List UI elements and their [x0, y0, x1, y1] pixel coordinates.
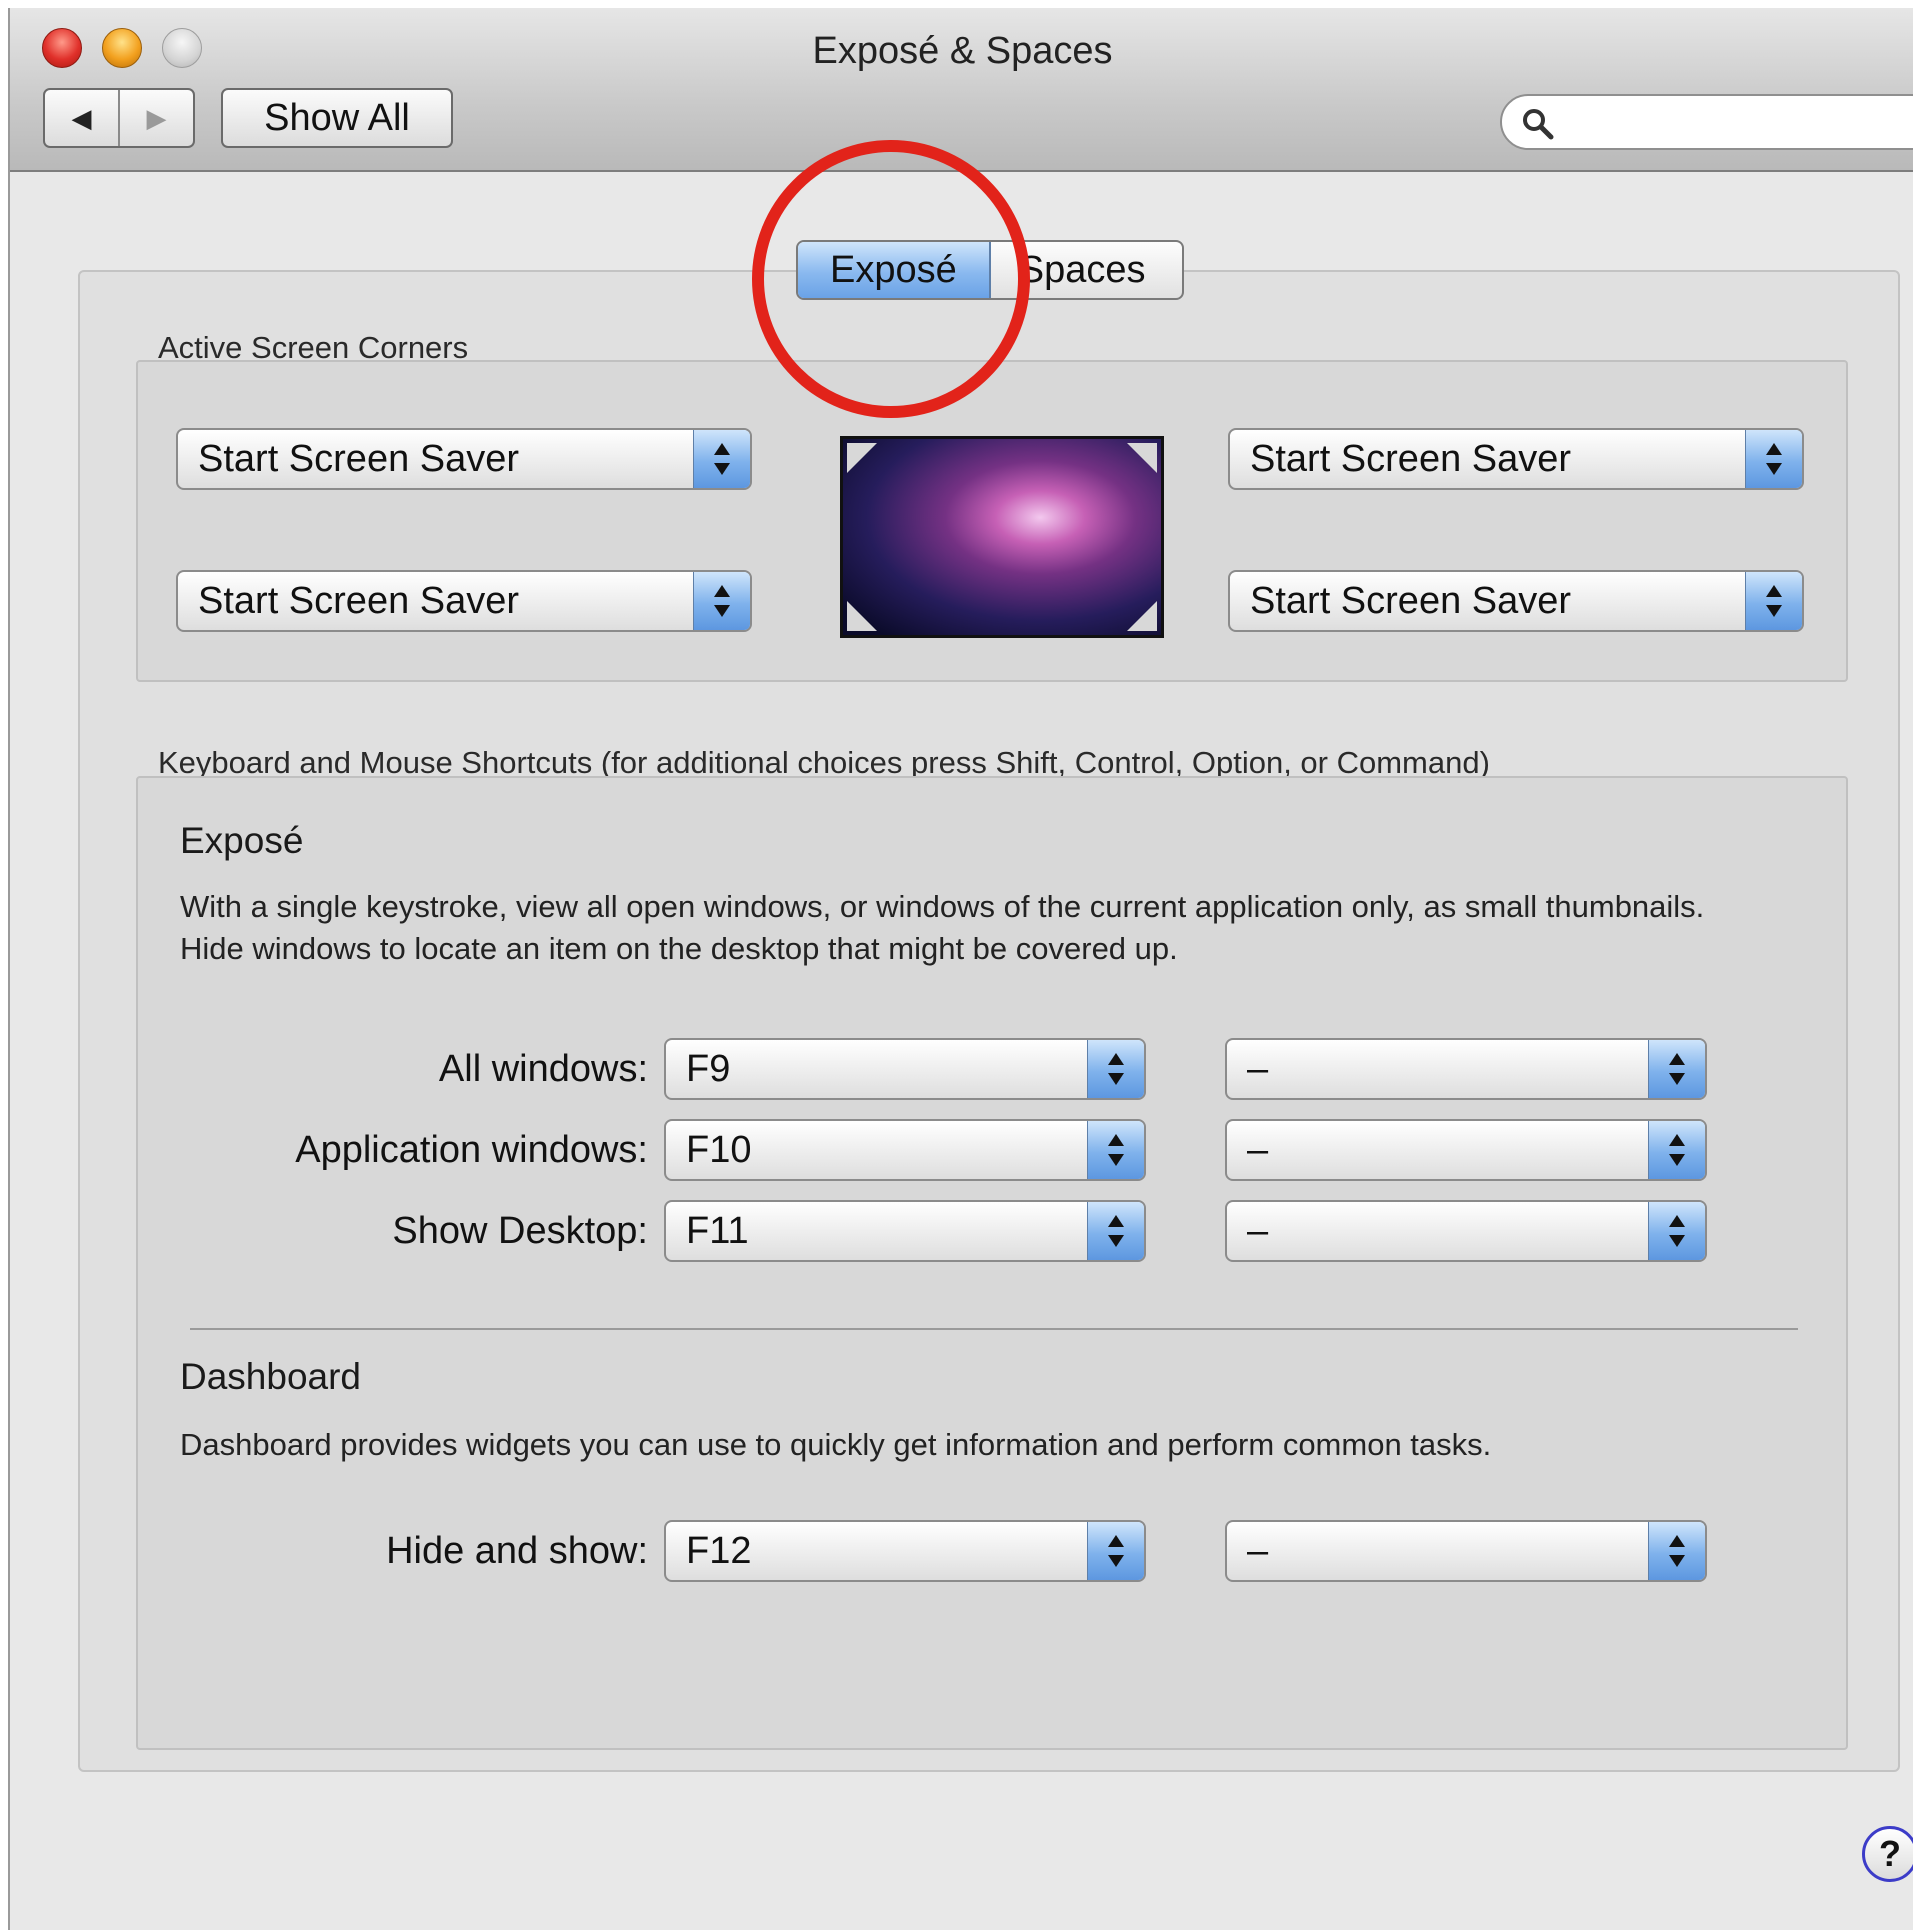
all-windows-key-value: F9 [686, 1048, 731, 1090]
popup-arrows-icon [1087, 1522, 1144, 1580]
all-windows-key-popup[interactable]: F9 [664, 1038, 1146, 1100]
back-button[interactable]: ◀ [45, 90, 118, 146]
popup-arrows-icon [1087, 1202, 1144, 1260]
expose-description: With a single keystroke, view all open w… [180, 889, 1705, 966]
show-all-button[interactable]: Show All [221, 88, 453, 148]
top-left-corner-value: Start Screen Saver [198, 438, 520, 480]
back-arrow-icon: ◀ [71, 102, 92, 133]
hide-and-show-key-value: F12 [686, 1530, 752, 1572]
forward-arrow-icon: ▶ [146, 102, 167, 133]
popup-arrows-icon [693, 430, 750, 488]
bottom-right-corner-value: Start Screen Saver [1250, 580, 1572, 622]
all-windows-label: All windows: [438, 1048, 648, 1090]
forward-button[interactable]: ▶ [118, 90, 193, 146]
bottom-left-corner-value: Start Screen Saver [198, 580, 520, 622]
application-windows-key-value: F10 [686, 1129, 752, 1171]
tab-spaces[interactable]: Spaces [991, 242, 1182, 298]
top-left-corner-popup[interactable]: Start Screen Saver [176, 428, 752, 490]
top-right-corner-popup[interactable]: Start Screen Saver [1228, 428, 1804, 490]
search-field[interactable] [1500, 94, 1913, 150]
desktop-thumbnail [840, 436, 1164, 638]
application-windows-mouse-value: – [1247, 1129, 1269, 1171]
navigation-buttons: ◀ ▶ [43, 88, 195, 148]
expose-section-title: Exposé [180, 820, 304, 861]
popup-arrows-icon [1648, 1040, 1705, 1098]
toolbar: Exposé & Spaces ◀ ▶ Show All [10, 8, 1913, 172]
hide-and-show-mouse-value: – [1247, 1530, 1269, 1572]
show-desktop-mouse-popup[interactable]: – [1225, 1200, 1707, 1262]
show-desktop-label: Show Desktop: [392, 1210, 648, 1252]
corner-markers-icon [847, 443, 1157, 631]
tab-bar: Exposé Spaces [796, 240, 1184, 300]
preferences-window: Exposé & Spaces ◀ ▶ Show All Exposé Spac… [8, 8, 1913, 1930]
popup-arrows-icon [1087, 1121, 1144, 1179]
search-icon [1523, 109, 1554, 140]
bottom-left-corner-popup[interactable]: Start Screen Saver [176, 570, 752, 632]
popup-arrows-icon [1745, 572, 1802, 630]
popup-arrows-icon [693, 572, 750, 630]
application-windows-label: Application windows: [295, 1129, 648, 1171]
dashboard-description: Dashboard provides widgets you can use t… [180, 1427, 1492, 1462]
popup-arrows-icon [1648, 1121, 1705, 1179]
dashboard-section-title: Dashboard [180, 1356, 362, 1397]
show-desktop-key-value: F11 [686, 1210, 749, 1252]
popup-arrows-icon [1648, 1522, 1705, 1580]
section-divider [190, 1328, 1798, 1330]
top-right-corner-value: Start Screen Saver [1250, 438, 1572, 480]
popup-arrows-icon [1648, 1202, 1705, 1260]
all-windows-mouse-popup[interactable]: – [1225, 1038, 1707, 1100]
bottom-right-corner-popup[interactable]: Start Screen Saver [1228, 570, 1804, 632]
show-desktop-mouse-value: – [1247, 1210, 1269, 1252]
application-windows-mouse-popup[interactable]: – [1225, 1119, 1707, 1181]
show-desktop-key-popup[interactable]: F11 [664, 1200, 1146, 1262]
tab-expose[interactable]: Exposé [798, 242, 991, 298]
popup-arrows-icon [1087, 1040, 1144, 1098]
application-windows-key-popup[interactable]: F10 [664, 1119, 1146, 1181]
popup-arrows-icon [1745, 430, 1802, 488]
hide-and-show-label: Hide and show: [386, 1530, 648, 1572]
hide-and-show-key-popup[interactable]: F12 [664, 1520, 1146, 1582]
hide-and-show-mouse-popup[interactable]: – [1225, 1520, 1707, 1582]
all-windows-mouse-value: – [1247, 1048, 1269, 1090]
help-button[interactable]: ? [1862, 1826, 1913, 1882]
window-title: Exposé & Spaces [812, 30, 1113, 72]
